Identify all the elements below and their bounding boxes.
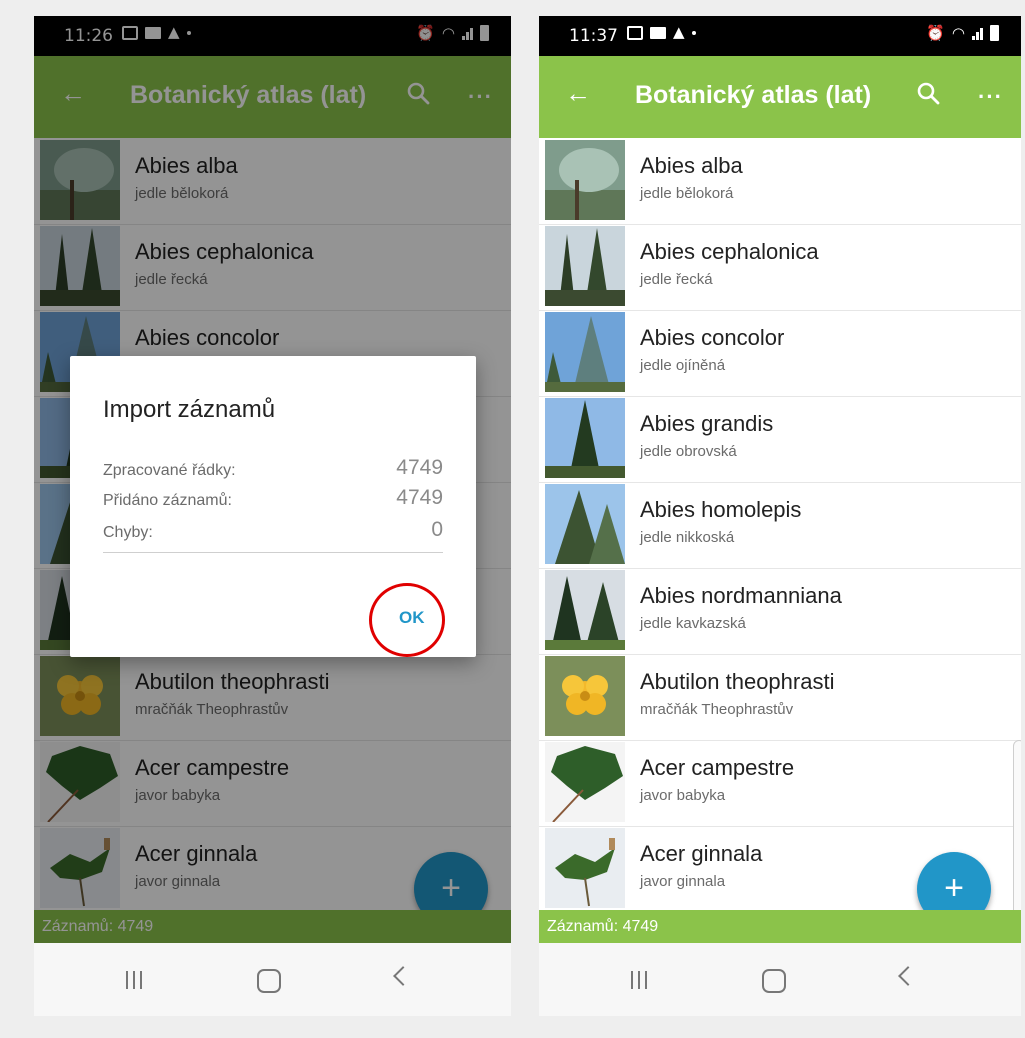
dialog-row-value: 4749 (396, 456, 443, 479)
record-count-bar: Záznamů: 4749 (539, 910, 1021, 943)
plant-thumbnail (545, 312, 625, 392)
system-navigation-bar (34, 943, 511, 1016)
plant-name: Abies concolor (640, 325, 785, 350)
back-arrow-icon[interactable]: ← (565, 80, 591, 106)
plant-thumbnail (545, 484, 625, 564)
plant-name: Abutilon theophrasti (640, 669, 835, 694)
dialog-row: Chyby: 0 (103, 518, 443, 546)
dialog-row: Přidáno záznamů: 4749 (103, 486, 443, 514)
list-item[interactable]: Abies concolor jedle ojíněná (539, 310, 1021, 397)
mail-notification-icon (650, 26, 666, 39)
plant-common-name: javor babyka (640, 787, 726, 804)
list-item[interactable]: Abutilon theophrasti mračňák Theophrastů… (539, 654, 1021, 741)
app-title: Botanický atlas (lat) (635, 81, 872, 109)
app-bar: ← Botanický atlas (lat) ··· (539, 56, 1021, 138)
dialog-row-value: 4749 (396, 486, 443, 509)
status-bar: 11:37 ▲ ⏰ ◠ (539, 16, 1021, 56)
status-time: 11:37 (569, 26, 618, 46)
recent-apps-icon[interactable] (631, 971, 647, 989)
alert-notification-icon: ▲ (673, 23, 685, 41)
plant-name: Abies cephalonica (640, 239, 819, 264)
plant-name: Abies alba (640, 153, 743, 178)
more-notifications-icon (691, 30, 696, 35)
plant-name: Acer ginnala (640, 841, 763, 866)
recent-apps-icon[interactable] (126, 971, 142, 989)
system-navigation-bar (539, 943, 1021, 1016)
dialog-row-label: Zpracované řádky: (103, 462, 236, 479)
plant-thumbnail (545, 140, 625, 220)
more-options-icon[interactable]: ··· (978, 84, 1003, 110)
plant-thumbnail (545, 828, 625, 908)
list-item[interactable]: Acer campestre javor babyka (539, 740, 1021, 827)
dialog-divider (103, 552, 443, 553)
list-item[interactable]: Abies grandis jedle obrovská (539, 396, 1021, 483)
phone-screen-right: 11:37 ▲ ⏰ ◠ ← Botanický atlas (lat) ··· … (539, 16, 1021, 1016)
list-item[interactable]: Abies cephalonica jedle řecká (539, 224, 1021, 311)
dialog-row-label: Přidáno záznamů: (103, 492, 232, 509)
plant-common-name: jedle bělokorá (640, 185, 734, 202)
plant-name: Abies homolepis (640, 497, 802, 522)
plant-list: Abies alba jedle bělokorá Abies cephalon… (539, 138, 1021, 910)
plant-common-name: javor ginnala (640, 873, 726, 890)
battery-icon (990, 25, 999, 41)
dialog-row-value: 0 (431, 518, 443, 541)
plant-thumbnail (545, 398, 625, 478)
home-icon[interactable] (257, 969, 281, 993)
system-back-icon[interactable] (393, 966, 413, 986)
dialog-title: Import záznamů (103, 396, 276, 423)
list-item[interactable]: Abies homolepis jedle nikkoská (539, 482, 1021, 569)
image-notification-icon (627, 25, 643, 40)
scrollbar[interactable] (1013, 740, 1021, 922)
search-icon[interactable] (915, 80, 943, 108)
record-count-label: Záznamů: 4749 (547, 918, 659, 935)
plant-common-name: jedle řecká (640, 271, 713, 288)
plant-thumbnail (545, 226, 625, 306)
dialog-row: Zpracované řádky: 4749 (103, 456, 443, 484)
plant-common-name: jedle obrovská (640, 443, 737, 460)
system-back-icon[interactable] (898, 966, 918, 986)
plant-common-name: jedle nikkoská (640, 529, 735, 546)
plant-common-name: jedle ojíněná (640, 357, 726, 374)
list-item[interactable]: Abies alba jedle bělokorá (539, 138, 1021, 225)
signal-icon (972, 26, 983, 40)
dialog-row-label: Chyby: (103, 524, 153, 541)
plant-thumbnail (545, 570, 625, 650)
ok-highlight-circle (369, 583, 445, 657)
wifi-icon: ◠ (951, 23, 965, 42)
list-item[interactable]: Abies nordmanniana jedle kavkazská (539, 568, 1021, 655)
plant-thumbnail (545, 742, 625, 822)
alarm-icon: ⏰ (926, 23, 945, 42)
plant-common-name: mračňák Theophrastův (640, 701, 794, 718)
plant-name: Abies nordmanniana (640, 583, 842, 608)
phone-screen-left: 11:26 ▲ ⏰ ◠ ← Botanický atlas (lat) ··· … (34, 16, 511, 1016)
plant-thumbnail (545, 656, 625, 736)
plant-name: Acer campestre (640, 755, 795, 780)
plant-name: Abies grandis (640, 411, 774, 436)
plant-common-name: jedle kavkazská (640, 615, 746, 632)
home-icon[interactable] (762, 969, 786, 993)
